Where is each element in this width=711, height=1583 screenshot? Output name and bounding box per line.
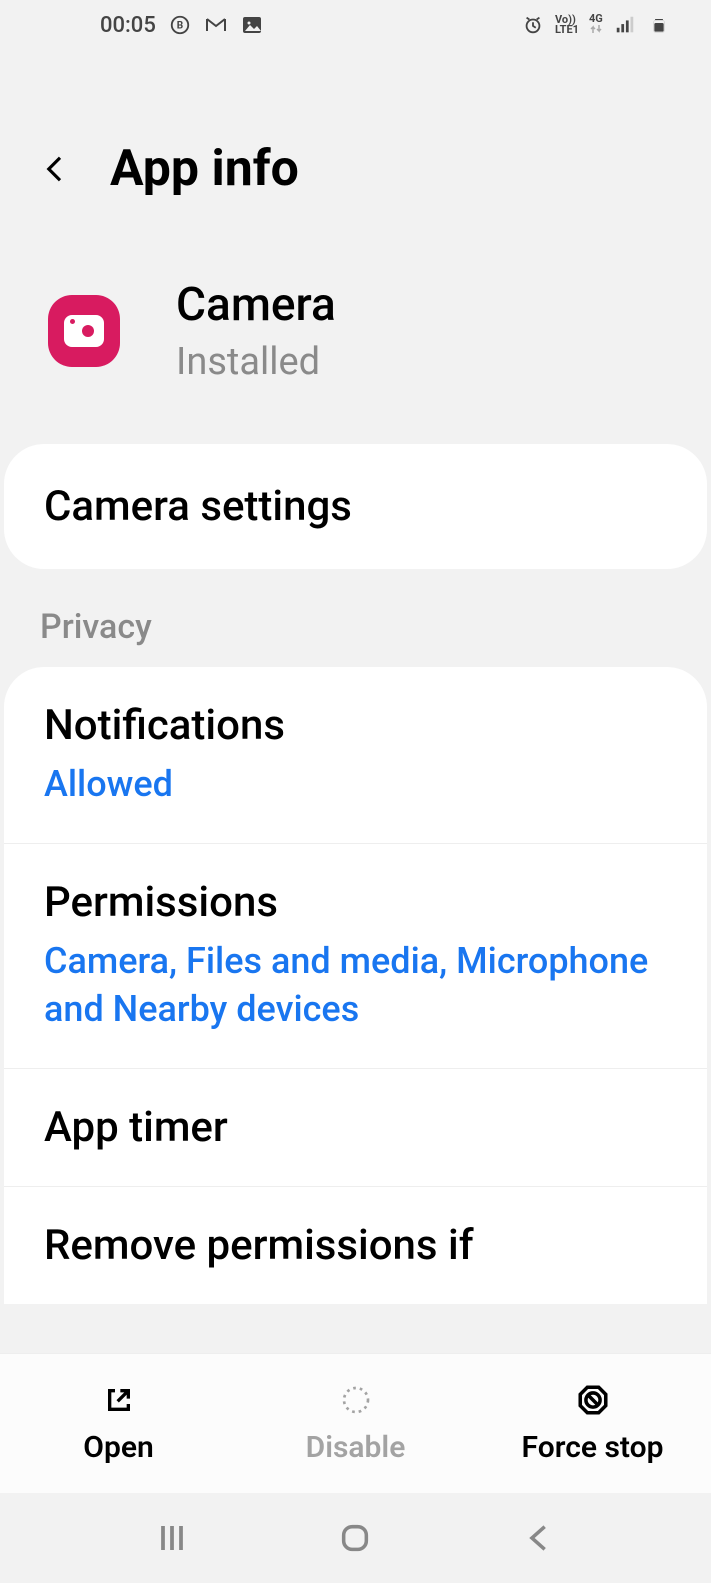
privacy-card: Notifications Allowed Permissions Camera… xyxy=(4,667,707,1304)
app-timer-row[interactable]: App timer xyxy=(4,1069,707,1187)
badge-b-icon: B xyxy=(168,13,192,37)
recents-button[interactable] xyxy=(152,1518,192,1558)
open-button[interactable]: Open xyxy=(0,1354,237,1493)
notifications-title: Notifications xyxy=(44,701,667,750)
camera-settings-row[interactable]: Camera settings xyxy=(4,444,707,569)
camera-app-icon xyxy=(48,295,120,367)
page-header: App info xyxy=(0,50,711,238)
battery-icon xyxy=(647,13,671,37)
gmail-icon xyxy=(204,13,228,37)
open-icon xyxy=(101,1382,137,1418)
system-nav-bar xyxy=(0,1493,711,1583)
force-stop-icon xyxy=(575,1382,611,1418)
status-left: 00:05 B xyxy=(100,13,264,38)
remove-permissions-title: Remove permissions if xyxy=(44,1221,667,1270)
back-nav-button[interactable] xyxy=(519,1518,559,1558)
photo-icon xyxy=(240,13,264,37)
remove-permissions-row[interactable]: Remove permissions if xyxy=(4,1187,707,1304)
status-right: Vo)) LTE1 4G xyxy=(521,13,671,37)
app-timer-title: App timer xyxy=(44,1103,667,1152)
force-stop-button[interactable]: Force stop xyxy=(474,1354,711,1493)
svg-text:B: B xyxy=(177,21,183,32)
alarm-icon xyxy=(521,13,545,37)
app-install-status: Installed xyxy=(176,340,336,384)
permissions-value: Camera, Files and media, Microphone and … xyxy=(44,937,667,1034)
page-title: App info xyxy=(110,140,299,198)
camera-settings-label: Camera settings xyxy=(44,482,667,531)
permissions-row[interactable]: Permissions Camera, Files and media, Mic… xyxy=(4,844,707,1069)
volte-indicator: Vo)) LTE1 xyxy=(555,15,579,35)
signal-icon xyxy=(613,13,637,37)
app-header: Camera Installed xyxy=(0,238,711,444)
disable-icon xyxy=(338,1382,374,1418)
notifications-value: Allowed xyxy=(44,760,667,809)
force-stop-label: Force stop xyxy=(522,1430,664,1465)
bottom-action-bar: Open Disable Force stop xyxy=(0,1353,711,1493)
back-button[interactable] xyxy=(40,154,70,184)
privacy-section-label: Privacy xyxy=(0,587,711,667)
disable-button: Disable xyxy=(237,1354,474,1493)
network-4g: 4G xyxy=(589,14,603,36)
disable-label: Disable xyxy=(306,1430,406,1465)
notifications-row[interactable]: Notifications Allowed xyxy=(4,667,707,844)
open-label: Open xyxy=(83,1430,153,1465)
permissions-title: Permissions xyxy=(44,878,667,927)
status-bar: 00:05 B Vo)) LTE1 4G xyxy=(0,0,711,50)
app-name: Camera xyxy=(176,278,336,332)
home-button[interactable] xyxy=(335,1518,375,1558)
status-time: 00:05 xyxy=(100,13,156,38)
